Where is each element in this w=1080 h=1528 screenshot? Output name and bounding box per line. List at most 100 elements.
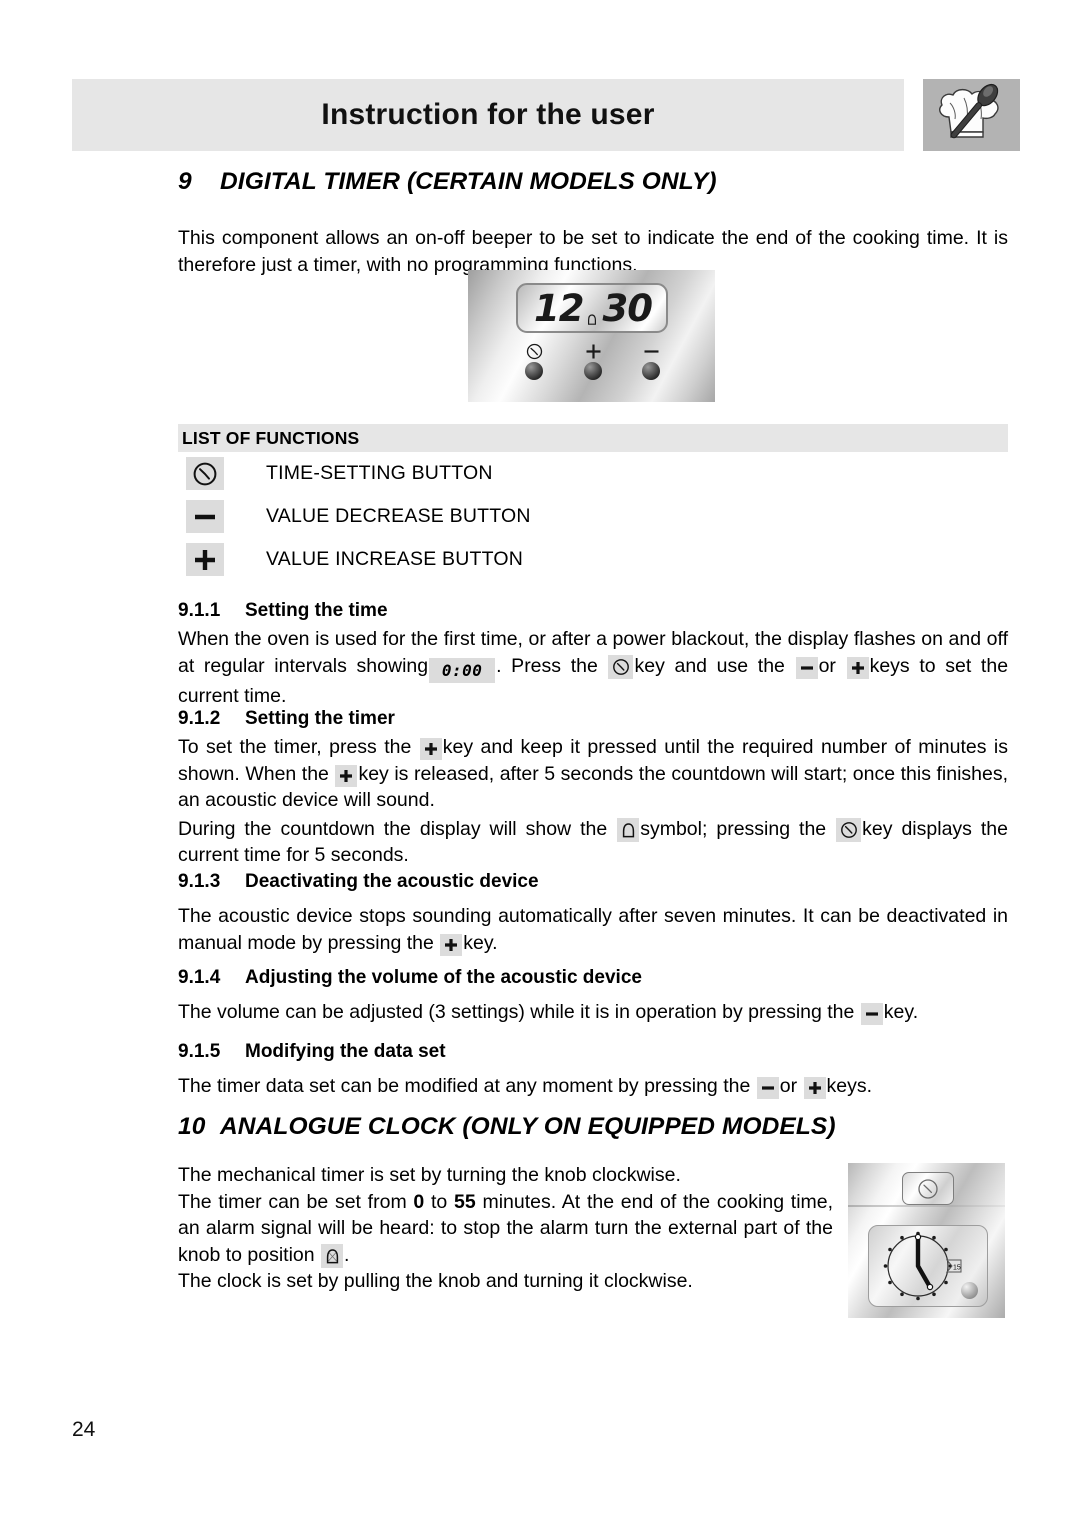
timer-lcd-display: 12 30 (516, 283, 668, 333)
section-10-body: The mechanical timer is set by turning t… (178, 1162, 833, 1295)
section-9-heading-wrap: 9 DIGITAL TIMER (CERTAIN MODELS ONLY) (178, 168, 1008, 196)
page-title: Instruction for the user (321, 98, 655, 131)
text-fragment: symbol; pressing the (640, 817, 827, 840)
subsection-title: Adjusting the volume of the acoustic dev… (245, 967, 642, 988)
subsection-body-paragraph-1: To set the timer, press the key and keep… (178, 734, 1008, 814)
text-fragment: During the countdown the display will sh… (178, 817, 608, 840)
section-9-title: DIGITAL TIMER (CERTAIN MODELS ONLY) (220, 168, 717, 195)
subsection-number: 9.1.5 (178, 1041, 221, 1062)
knob-icon (961, 1282, 978, 1299)
clock-icon (901, 1172, 954, 1205)
analogue-clock-panel-image: 15 (848, 1163, 1005, 1318)
timer-max-value: 55 (454, 1190, 476, 1213)
subsection-title: Modifying the data set (245, 1041, 446, 1062)
page-header: Instruction for the user (72, 79, 1020, 151)
section-10-heading-wrap: 10 ANALOGUE CLOCK (ONLY ON EQUIPPED MODEL… (178, 1113, 1008, 1141)
subsection-heading: 9.1.2 Setting the timer (178, 708, 1008, 730)
plus-icon (572, 342, 614, 360)
subsection-number: 9.1.4 (178, 967, 221, 988)
lcd-minutes: 30 (602, 287, 653, 330)
subsection-9-1-3: 9.1.3 Deactivating the acoustic device Th… (178, 871, 1008, 956)
list-item: VALUE DECREASE BUTTON (178, 495, 1008, 538)
panel-divider (848, 1205, 1005, 1207)
text-fragment: key. (463, 931, 498, 954)
text-fragment: key and use the (634, 654, 785, 677)
text-fragment: The volume can be adjusted (3 settings) … (178, 1001, 855, 1023)
subsection-body-paragraph-2: During the countdown the display will sh… (178, 816, 1008, 869)
timer-button-row (516, 342, 668, 394)
subsection-heading: 9.1.5 Modifying the data set (178, 1041, 1008, 1063)
text-fragment: or (818, 654, 836, 677)
knob-icon (642, 362, 660, 380)
plus-icon (186, 543, 224, 576)
lcd-zero-value: 0:00 (429, 658, 496, 684)
text-fragment: The acoustic device stops sounding autom… (178, 905, 1008, 954)
text-fragment: to (431, 1190, 448, 1213)
section-10-heading: 10 ANALOGUE CLOCK (ONLY ON EQUIPPED MODEL… (178, 1113, 1008, 1141)
text-fragment: . (344, 1243, 350, 1266)
list-item: VALUE INCREASE BUTTON (178, 538, 1008, 581)
subsection-9-1-5: 9.1.5 Modifying the data set The timer da… (178, 1041, 1008, 1100)
analogue-clock-face: 15 (868, 1225, 988, 1307)
minus-icon (186, 500, 224, 533)
minus-icon (860, 1003, 883, 1025)
bell-icon (321, 1244, 344, 1268)
clock-icon (836, 817, 862, 842)
subsection-body: The volume can be adjusted (3 settings) … (178, 999, 1008, 1026)
subsection-heading: 9.1.3 Deactivating the acoustic device (178, 871, 1008, 893)
clock-icon (513, 342, 555, 360)
subsection-title: Setting the timer (245, 708, 395, 729)
section-10-line-1: The mechanical timer is set by turning t… (178, 1164, 681, 1186)
knob-icon (584, 362, 602, 380)
digital-timer-panel-image: 12 30 (468, 270, 715, 402)
bell-icon (617, 818, 640, 842)
page-number: 24 (72, 1418, 96, 1441)
subsection-title: Setting the time (245, 600, 388, 621)
section-10-number: 10 (178, 1113, 206, 1140)
section-10-line-3: The clock is set by pulling the knob and… (178, 1270, 693, 1292)
list-item-label: VALUE INCREASE BUTTON (266, 548, 524, 570)
subsection-9-1-4: 9.1.4 Adjusting the volume of the acousti… (178, 967, 1008, 1026)
lcd-hours: 12 (534, 287, 584, 330)
subsection-heading: 9.1.1 Setting the time (178, 600, 1008, 622)
minus-icon (795, 656, 818, 679)
list-of-functions-heading: LIST OF FUNCTIONS (178, 424, 1008, 452)
subsection-number: 9.1.1 (178, 600, 221, 621)
list-item-label: TIME-SETTING BUTTON (266, 462, 493, 484)
text-fragment: key. (883, 1001, 919, 1023)
text-fragment: To set the timer, press the (178, 736, 412, 758)
section-9-number: 9 (178, 168, 192, 195)
subsection-number: 9.1.3 (178, 871, 221, 892)
list-item-label: VALUE DECREASE BUTTON (266, 505, 531, 527)
timer-min-value: 0 (413, 1190, 425, 1213)
knob-icon (525, 362, 543, 380)
plus-icon (335, 764, 358, 787)
bell-icon (587, 314, 597, 326)
section-9-heading: 9 DIGITAL TIMER (CERTAIN MODELS ONLY) (178, 168, 1008, 196)
plus-icon (440, 933, 463, 956)
timer-time-setting-button[interactable] (513, 342, 555, 380)
subsection-9-1-2: 9.1.2 Setting the timer To set the timer,… (178, 708, 1008, 869)
plus-icon (419, 738, 442, 760)
timer-decrease-button[interactable] (630, 342, 672, 380)
subsection-number: 9.1.2 (178, 708, 221, 729)
section-10-title: ANALOGUE CLOCK (ONLY ON EQUIPPED MODELS) (220, 1113, 836, 1140)
list-item: TIME-SETTING BUTTON (178, 452, 1008, 495)
subsection-body: The acoustic device stops sounding autom… (178, 903, 1008, 956)
subsection-body: The timer data set can be modified at an… (178, 1073, 1008, 1100)
subsection-body: When the oven is used for the first time… (178, 626, 1008, 710)
clock-icon (608, 654, 634, 679)
text-fragment: . Press the (496, 654, 598, 677)
section-10-line-2: The timer can be set from 0 to 55 minute… (178, 1189, 833, 1268)
plus-icon (846, 656, 869, 679)
svg-text:15: 15 (953, 1265, 961, 1272)
chef-hat-spoon-icon (923, 79, 1020, 151)
text-fragment: The timer can be set from (178, 1190, 407, 1213)
text-fragment: keys. (826, 1075, 873, 1097)
subsection-title: Deactivating the acoustic device (245, 871, 539, 892)
document-page: Instruction for the user 9 DIGITAL TIMER… (0, 0, 1080, 1528)
text-fragment: The timer data set can be modified at an… (178, 1075, 751, 1097)
list-of-functions: LIST OF FUNCTIONS TIME-SETTING BUTTON VA… (178, 424, 1008, 581)
timer-increase-button[interactable] (572, 342, 614, 380)
text-fragment: or (779, 1075, 798, 1097)
